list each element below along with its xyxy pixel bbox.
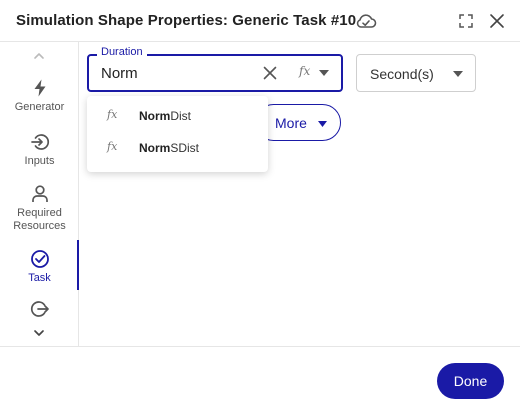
cloud-sync-icon[interactable] (355, 12, 377, 30)
function-picker-button[interactable]: fx (297, 64, 333, 82)
arrow-in-icon (30, 134, 49, 150)
suggestion-match: Norm (139, 141, 171, 155)
duration-input[interactable] (101, 65, 261, 82)
simulation-shape-properties-dialog: Simulation Shape Properties: Generic Tas… (0, 0, 520, 415)
unit-select[interactable]: Second(s) (356, 54, 476, 92)
unit-select-value: Second(s) (370, 66, 434, 82)
close-icon[interactable] (489, 13, 505, 29)
dialog-title: Simulation Shape Properties: Generic Tas… (16, 12, 357, 29)
suggestion-label: NormDist (139, 109, 191, 123)
sidebar-item-label: Task (28, 272, 51, 284)
function-icon: fx (299, 64, 311, 78)
chevron-down-icon[interactable] (32, 327, 46, 339)
active-indicator (77, 240, 79, 290)
function-suggestions-dropdown: fx NormDist fx NormSDist (87, 96, 268, 172)
sidebar-item-outputs[interactable] (0, 299, 79, 319)
more-button-label: More (275, 115, 307, 131)
caret-down-icon (319, 70, 329, 76)
suggestion-match: Norm (139, 109, 171, 123)
clear-icon[interactable] (263, 66, 277, 80)
bolt-icon (34, 79, 45, 97)
sidebar-item-label: Required Resources (13, 207, 66, 232)
sidebar-item-inputs[interactable]: Inputs (0, 132, 79, 168)
suggestion-rest: Dist (170, 109, 192, 123)
chevron-up-icon[interactable] (32, 50, 46, 62)
suggestion-rest: SDist (170, 141, 200, 155)
sidebar-item-label: Inputs (24, 155, 55, 167)
person-icon (31, 185, 48, 202)
dialog-header: Simulation Shape Properties: Generic Tas… (0, 0, 520, 42)
expand-icon[interactable] (458, 13, 474, 29)
suggestion-label: NormSDist (139, 141, 199, 155)
caret-down-icon (453, 71, 463, 77)
suggestion-item-normdist[interactable]: fx NormDist (87, 100, 268, 132)
sidebar-item-required-resources[interactable]: Required Resources (0, 184, 79, 233)
duration-label: Duration (97, 46, 147, 58)
caret-down-icon (318, 121, 327, 127)
suggestion-item-normsdist[interactable]: fx NormSDist (87, 132, 268, 164)
function-icon: fx (107, 108, 118, 121)
sidebar-item-label: Generator (14, 101, 65, 113)
check-circle-icon (30, 250, 49, 268)
sidebar-item-generator[interactable]: Generator (0, 78, 79, 114)
sidebar-nav: Generator Inputs Required Resources Task (0, 42, 79, 346)
function-icon: fx (107, 140, 118, 153)
done-button[interactable]: Done (437, 363, 504, 399)
duration-field[interactable]: fx (87, 54, 343, 92)
sidebar-item-task[interactable]: Task (0, 249, 79, 285)
arrow-out-icon (30, 301, 49, 317)
